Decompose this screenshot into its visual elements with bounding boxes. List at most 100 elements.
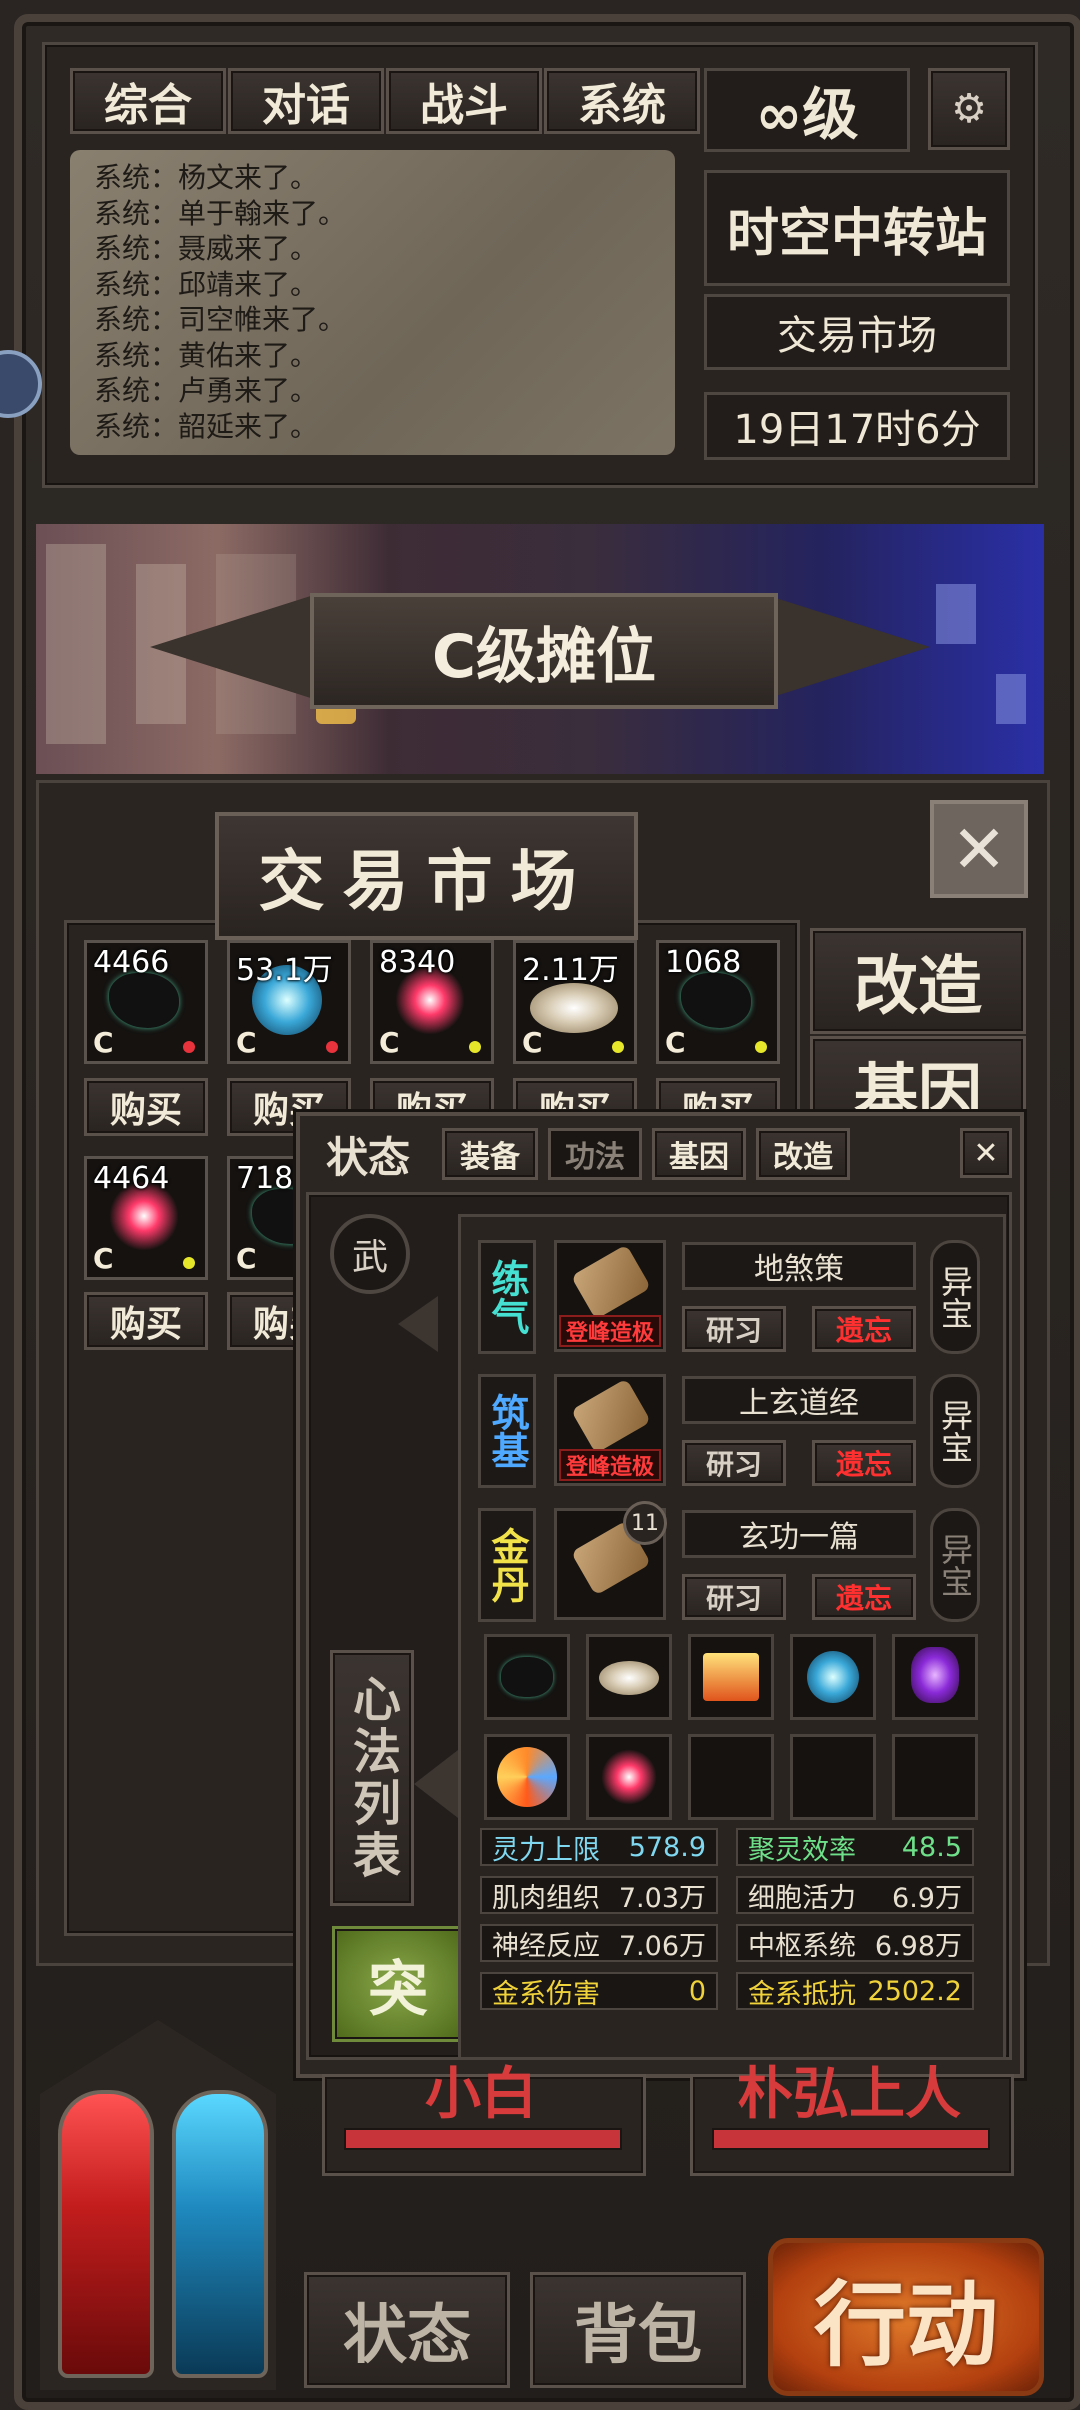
technique-list-button[interactable]: 心法列表: [330, 1650, 414, 1906]
empty-slot[interactable]: [892, 1734, 978, 1820]
market-item-slot[interactable]: 2.11万 C: [513, 940, 637, 1064]
learn-button[interactable]: 研习: [682, 1306, 786, 1352]
tab-equipment[interactable]: 装备: [442, 1128, 538, 1180]
stat-label: 神经反应: [492, 1930, 600, 1962]
item-dot: [755, 1041, 767, 1053]
ally-right-name: 朴弘上人: [737, 2061, 961, 2127]
stat-muscle: 肌肉组织 7.03万: [480, 1876, 718, 1914]
item-dot: [612, 1041, 624, 1053]
technique-scroll[interactable]: 登峰造极: [554, 1240, 666, 1352]
market-item-slot[interactable]: 53.1万 C: [227, 940, 351, 1064]
stat-value: 6.9万: [892, 1882, 962, 1914]
market-item-slot[interactable]: 8340 C: [370, 940, 494, 1064]
bag-button[interactable]: 背包: [530, 2272, 746, 2388]
sub-location: 交易市场: [704, 294, 1010, 370]
item-slot[interactable]: [484, 1634, 570, 1720]
item-slot[interactable]: [892, 1634, 978, 1720]
stat-value: 0: [688, 1975, 706, 2007]
tab-general[interactable]: 综合: [70, 68, 226, 134]
item-count: 53.1万: [236, 953, 333, 988]
treasure-button[interactable]: 异宝: [930, 1374, 980, 1488]
scroll-icon: [570, 1378, 652, 1454]
location-title: 时空中转站: [704, 170, 1010, 286]
stat-gather-rate: 聚灵效率 48.5: [736, 1828, 974, 1866]
treasure-button[interactable]: 异宝: [930, 1240, 980, 1354]
stat-label: 细胞活力: [748, 1882, 856, 1914]
mp-gauge: [172, 2090, 268, 2378]
realm-label: 筑基: [478, 1374, 536, 1488]
buy-button[interactable]: 购买: [84, 1292, 208, 1350]
status-button[interactable]: 状态: [304, 2272, 510, 2388]
empty-slot[interactable]: [790, 1734, 876, 1820]
item-slot[interactable]: [586, 1634, 672, 1720]
item-slot[interactable]: [688, 1634, 774, 1720]
status-title: 状态: [326, 1133, 411, 1182]
item-dot: [183, 1041, 195, 1053]
learn-button[interactable]: 研习: [682, 1440, 786, 1486]
item-slot[interactable]: [484, 1734, 570, 1820]
treasure-text: 异宝: [936, 1399, 974, 1463]
tab-modify[interactable]: 改造: [756, 1128, 850, 1180]
settings-button[interactable]: ⚙: [928, 68, 1010, 150]
stat-value: 6.98万: [874, 1930, 962, 1962]
stat-value: 2502.2: [867, 1975, 962, 2007]
treasure-chest-icon: [703, 1653, 759, 1701]
pearl-pouch-icon: [530, 983, 618, 1033]
forget-button[interactable]: 遗忘: [812, 1574, 916, 1620]
learn-button[interactable]: 研习: [682, 1574, 786, 1620]
stat-label: 聚灵效率: [748, 1834, 856, 1866]
banner-wing-right: [760, 593, 930, 701]
treasure-button[interactable]: 异宝: [930, 1508, 980, 1622]
wu-badge: 武: [330, 1214, 410, 1294]
market-item-slot[interactable]: 4466 C: [84, 940, 208, 1064]
treasure-text: 异宝: [936, 1265, 974, 1329]
forget-button[interactable]: 遗忘: [812, 1440, 916, 1486]
modify-button[interactable]: 改造: [810, 928, 1026, 1034]
item-grade: C: [93, 1026, 114, 1059]
item-grade: C: [379, 1026, 400, 1059]
chat-log[interactable]: 系统：杨文来了。 系统：单于翰来了。 系统：聂威来了。 系统：邱靖来了。 系统：…: [70, 150, 675, 455]
item-grade: C: [522, 1026, 543, 1059]
tab-battle[interactable]: 战斗: [386, 68, 542, 134]
empty-slot[interactable]: [688, 1734, 774, 1820]
market-item-slot[interactable]: 1068 C: [656, 940, 780, 1064]
purple-crystal-icon: [911, 1647, 959, 1703]
market-item-slot[interactable]: 4464 C: [84, 1156, 208, 1280]
stat-label: 肌肉组织: [492, 1882, 600, 1914]
flame-swirl-icon: [497, 1747, 557, 1807]
stat-spirit-cap: 灵力上限 578.9: [480, 1828, 718, 1866]
tab-system[interactable]: 系统: [544, 68, 700, 134]
technique-scroll[interactable]: 11: [554, 1501, 667, 1620]
breakthrough-button[interactable]: 突: [332, 1926, 464, 2042]
market-close-button[interactable]: ✕: [930, 800, 1028, 898]
buy-button[interactable]: 购买: [84, 1078, 208, 1136]
stat-label: 灵力上限: [492, 1834, 600, 1866]
chat-message: 系统：单于翰来了。: [94, 196, 347, 230]
technique-scroll[interactable]: 登峰造极: [554, 1374, 666, 1486]
blue-orb-icon: [807, 1651, 859, 1703]
dark-ore-icon: [501, 1657, 553, 1697]
mastery-stamp: 登峰造极: [559, 1449, 661, 1481]
dark-ore-icon: [681, 973, 751, 1028]
realm-text: 练气: [485, 1259, 529, 1335]
chat-message: 系统：聂威来了。: [94, 232, 319, 265]
stat-cell-vitality: 细胞活力 6.9万: [736, 1876, 974, 1914]
item-slot[interactable]: [586, 1734, 672, 1820]
arrow-left-icon: [398, 1296, 438, 1352]
tab-genes[interactable]: 基因: [652, 1128, 746, 1180]
item-dot: [326, 1041, 338, 1053]
item-count: 4466: [93, 945, 170, 980]
tab-dialogue[interactable]: 对话: [228, 68, 384, 134]
scroll-icon: [570, 1244, 652, 1320]
item-dot: [469, 1041, 481, 1053]
tab-techniques[interactable]: 功法: [548, 1128, 642, 1180]
chat-message: 系统：杨文来了。: [94, 161, 319, 194]
status-close-button[interactable]: ✕: [960, 1128, 1012, 1178]
realm-text: 筑基: [485, 1393, 529, 1469]
item-grade: C: [236, 1026, 257, 1059]
item-slot[interactable]: [790, 1634, 876, 1720]
arrow-left-icon: [414, 1750, 458, 1818]
forget-button[interactable]: 遗忘: [812, 1306, 916, 1352]
action-button[interactable]: 行动: [768, 2238, 1044, 2396]
treasure-text: 异宝: [936, 1533, 974, 1597]
